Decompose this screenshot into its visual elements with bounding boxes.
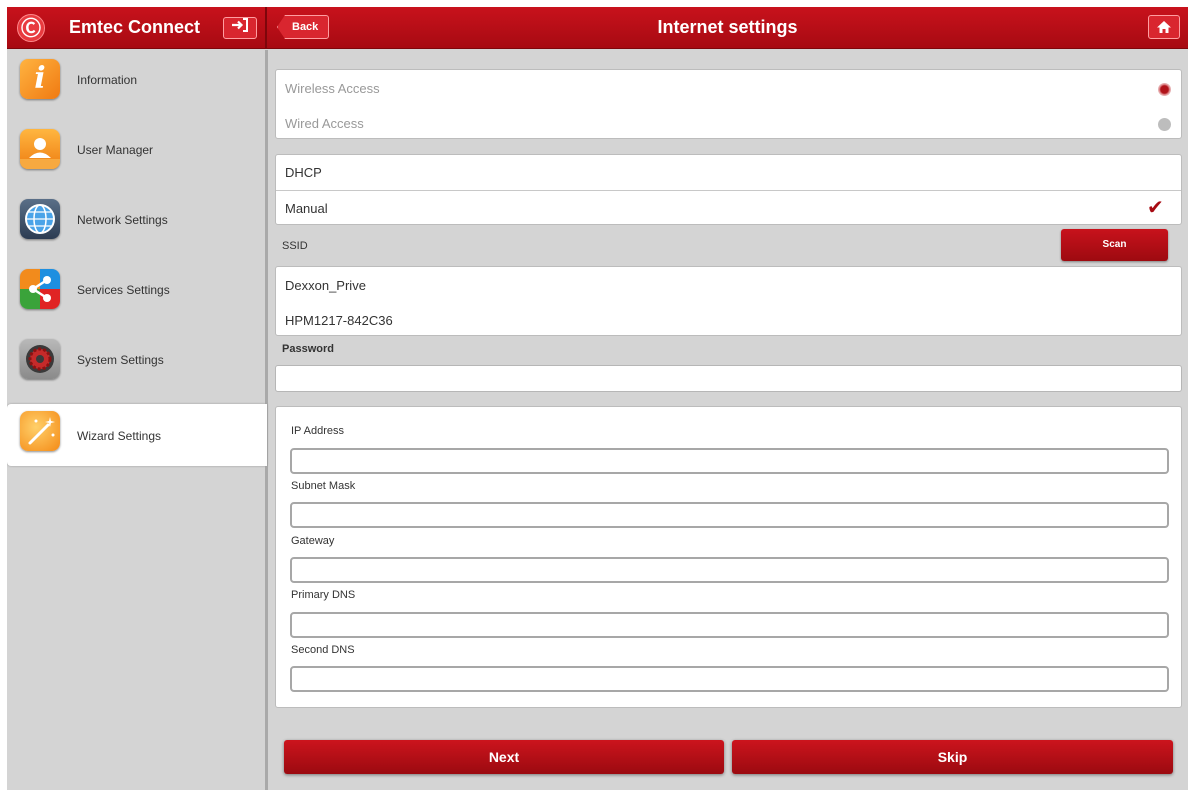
gateway-input[interactable] — [290, 557, 1169, 583]
sidebar-item-label: Network Settings — [77, 213, 168, 227]
home-button[interactable] — [1148, 15, 1180, 39]
second-dns-input[interactable] — [290, 666, 1169, 692]
password-label: Password — [282, 343, 334, 355]
logout-icon — [232, 18, 248, 32]
sidebar-item-user-manager[interactable]: User Manager — [7, 120, 265, 182]
wired-access-radio[interactable] — [1158, 118, 1171, 131]
sidebar-item-label: User Manager — [77, 143, 154, 157]
ssid-label: SSID — [282, 240, 308, 252]
divider — [276, 190, 1181, 191]
back-button[interactable]: Back — [277, 15, 330, 39]
scan-button[interactable]: Scan — [1061, 229, 1168, 261]
info-icon: i — [20, 59, 60, 99]
subnet-mask-input[interactable] — [290, 502, 1169, 528]
app-frame: Ⓒ Emtec Connect Internet settings Back i… — [7, 7, 1188, 790]
magic-wand-icon — [20, 411, 60, 451]
gear-icon — [20, 339, 60, 379]
skip-button[interactable]: Skip — [732, 740, 1173, 774]
next-button[interactable]: Next — [284, 740, 724, 774]
static-ip-panel: IP Address Subnet Mask Gateway Primary D… — [275, 406, 1182, 708]
gateway-label: Gateway — [291, 535, 335, 547]
subnet-mask-label: Subnet Mask — [291, 480, 356, 492]
ssid-list: Dexxon_Prive HPM1217-842C36 — [275, 266, 1182, 336]
share-icon — [20, 269, 60, 309]
sidebar-item-information[interactable]: i Information — [7, 50, 265, 112]
ssid-list-item[interactable]: Dexxon_Prive — [285, 278, 366, 293]
sidebar-item-system-settings[interactable]: System Settings — [7, 330, 265, 392]
sidebar-item-services-settings[interactable]: Services Settings — [7, 260, 265, 322]
brand-logo: Ⓒ — [17, 14, 45, 42]
manual-option[interactable]: Manual — [285, 201, 328, 216]
sidebar-item-wizard-settings[interactable]: Wizard Settings — [7, 404, 267, 466]
page-title: Internet settings — [657, 17, 798, 37]
access-type-panel: Wireless Access Wired Access — [275, 69, 1182, 139]
ip-mode-panel: DHCP Manual ✔ — [275, 154, 1182, 225]
password-input[interactable] — [275, 365, 1182, 392]
dhcp-option[interactable]: DHCP — [285, 165, 322, 180]
wired-access-label[interactable]: Wired Access — [285, 116, 364, 131]
ip-address-label: IP Address — [291, 425, 344, 437]
sidebar-item-network-settings[interactable]: Network Settings — [7, 190, 265, 252]
globe-icon — [20, 199, 60, 239]
second-dns-label: Second DNS — [291, 644, 355, 656]
sidebar-item-label: System Settings — [77, 353, 164, 367]
top-bar: Ⓒ Emtec Connect Internet settings Back — [7, 7, 1188, 49]
wireless-access-label[interactable]: Wireless Access — [285, 81, 380, 96]
home-icon — [1157, 20, 1171, 33]
sidebar-item-label: Services Settings — [77, 283, 170, 297]
user-icon — [20, 129, 60, 169]
ip-address-input[interactable] — [290, 448, 1169, 474]
sidebar-item-label: Information — [77, 73, 138, 87]
primary-dns-label: Primary DNS — [291, 589, 356, 601]
sidebar-item-label: Wizard Settings — [77, 429, 162, 443]
check-icon: ✔ — [1147, 197, 1164, 219]
primary-dns-input[interactable] — [290, 612, 1169, 638]
wireless-access-radio[interactable] — [1158, 83, 1171, 96]
ssid-list-item[interactable]: HPM1217-842C36 — [285, 313, 393, 328]
brand-title: Emtec Connect — [69, 17, 201, 37]
logout-button[interactable] — [223, 17, 257, 39]
